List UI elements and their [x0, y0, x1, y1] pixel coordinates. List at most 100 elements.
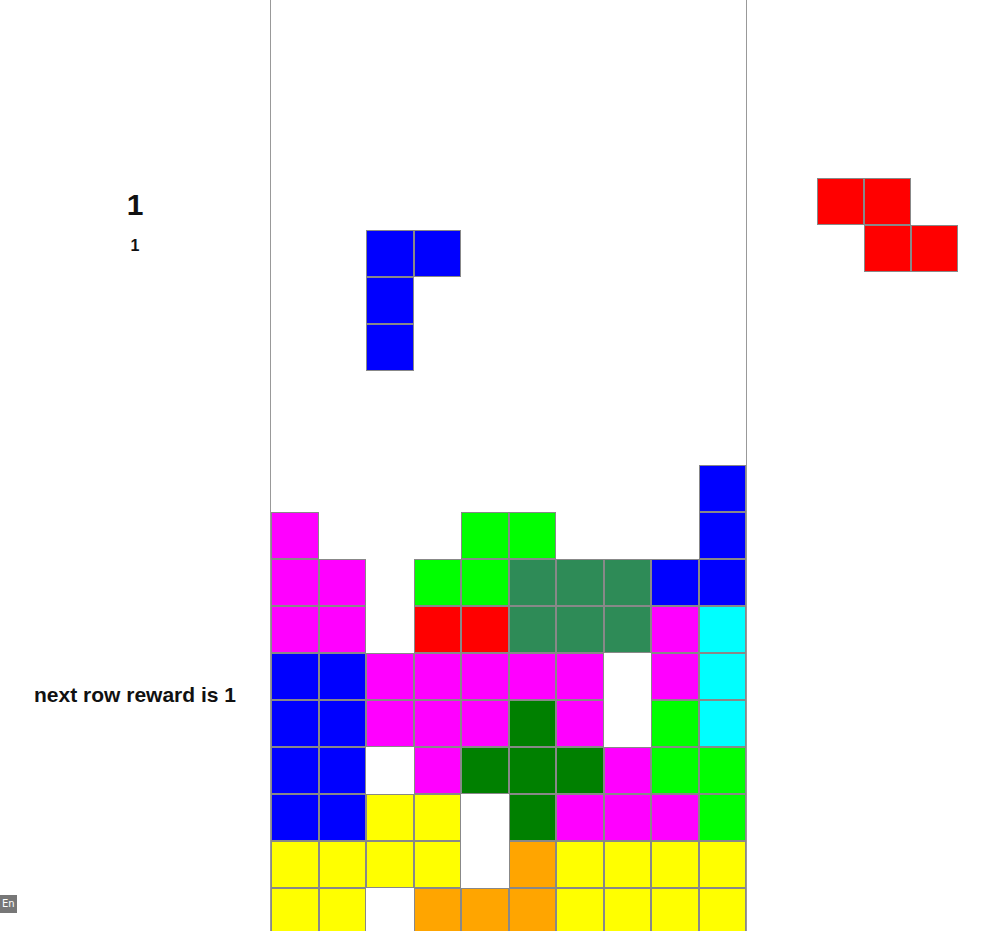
next-piece-cell	[817, 178, 864, 225]
board-cell	[651, 700, 699, 747]
board-cell	[699, 183, 747, 230]
falling-piece-cell	[366, 324, 414, 371]
board-cell	[556, 700, 604, 747]
board-cell	[414, 559, 462, 606]
board-cell	[414, 371, 462, 418]
board-cell	[604, 371, 652, 418]
board-cell	[461, 841, 509, 888]
board-cell	[319, 888, 367, 931]
board-cell	[509, 277, 557, 324]
board-cell	[319, 371, 367, 418]
board-cell	[366, 465, 414, 512]
board-cell	[271, 324, 319, 371]
board-cell	[604, 0, 652, 42]
board-cell	[461, 136, 509, 183]
board-cell	[461, 653, 509, 700]
next-piece-cell	[911, 225, 958, 272]
board-cell	[461, 512, 509, 559]
board-cell	[556, 888, 604, 931]
board-cell	[509, 42, 557, 89]
board-cell	[556, 371, 604, 418]
board-cell	[319, 700, 367, 747]
board-cell	[271, 277, 319, 324]
game-board[interactable]	[270, 0, 747, 931]
info-panel: 1 1 next row reward is 1	[0, 0, 270, 931]
board-cell	[271, 841, 319, 888]
board-cell	[509, 606, 557, 653]
reward-label: next row reward is 1	[34, 682, 236, 708]
board-cell	[651, 89, 699, 136]
board-cell	[319, 183, 367, 230]
board-cell	[271, 606, 319, 653]
board-cell	[319, 653, 367, 700]
board-cell	[461, 89, 509, 136]
board-cell	[699, 747, 747, 794]
board-cell	[651, 559, 699, 606]
board-cell	[414, 136, 462, 183]
board-cell	[414, 700, 462, 747]
board-cell	[414, 277, 462, 324]
board-cell	[556, 0, 604, 42]
board-cell	[699, 230, 747, 277]
falling-piece-cell	[414, 230, 462, 277]
board-cell	[319, 606, 367, 653]
board-cell	[509, 136, 557, 183]
board-cell	[461, 747, 509, 794]
board-cell	[699, 512, 747, 559]
board-cell	[319, 794, 367, 841]
board-cell	[604, 794, 652, 841]
board-cell	[414, 183, 462, 230]
board-cell	[271, 183, 319, 230]
board-cell	[699, 700, 747, 747]
board-cell	[461, 418, 509, 465]
board-cell	[651, 606, 699, 653]
board-cell	[509, 89, 557, 136]
board-cell	[509, 230, 557, 277]
board-cell	[556, 512, 604, 559]
board-cell	[319, 418, 367, 465]
board-cell	[556, 277, 604, 324]
board-cell	[414, 42, 462, 89]
board-cell	[271, 653, 319, 700]
board-cell	[699, 465, 747, 512]
board-cell	[366, 700, 414, 747]
board-cell	[699, 0, 747, 42]
board-cell	[699, 89, 747, 136]
board-cell	[509, 418, 557, 465]
board-cell	[366, 0, 414, 42]
board-cell	[556, 136, 604, 183]
board-cell	[271, 465, 319, 512]
board-cell	[319, 841, 367, 888]
board-cell	[699, 324, 747, 371]
board-cell	[604, 324, 652, 371]
language-badge[interactable]: En	[0, 895, 17, 913]
board-cell	[461, 183, 509, 230]
board-cell	[271, 371, 319, 418]
board-cell	[651, 747, 699, 794]
board-cell	[366, 89, 414, 136]
board-cell	[651, 183, 699, 230]
board-cell	[271, 42, 319, 89]
board-cell	[651, 324, 699, 371]
board-cell	[556, 747, 604, 794]
board-cell	[319, 136, 367, 183]
board-cell	[556, 183, 604, 230]
board-cell	[604, 888, 652, 931]
board-cell	[319, 559, 367, 606]
board-cell	[699, 371, 747, 418]
board-cell	[509, 559, 557, 606]
board-cell	[604, 606, 652, 653]
board-cell	[461, 888, 509, 931]
board-cell	[461, 230, 509, 277]
next-piece-cell	[864, 178, 911, 225]
board-cell	[414, 512, 462, 559]
board-cell	[604, 700, 652, 747]
board-cell	[509, 512, 557, 559]
board-cell	[604, 841, 652, 888]
next-piece	[817, 178, 958, 272]
board-grid	[271, 0, 746, 931]
board-cell	[509, 324, 557, 371]
board-cell	[271, 418, 319, 465]
board-cell	[414, 653, 462, 700]
board-cell	[461, 794, 509, 841]
